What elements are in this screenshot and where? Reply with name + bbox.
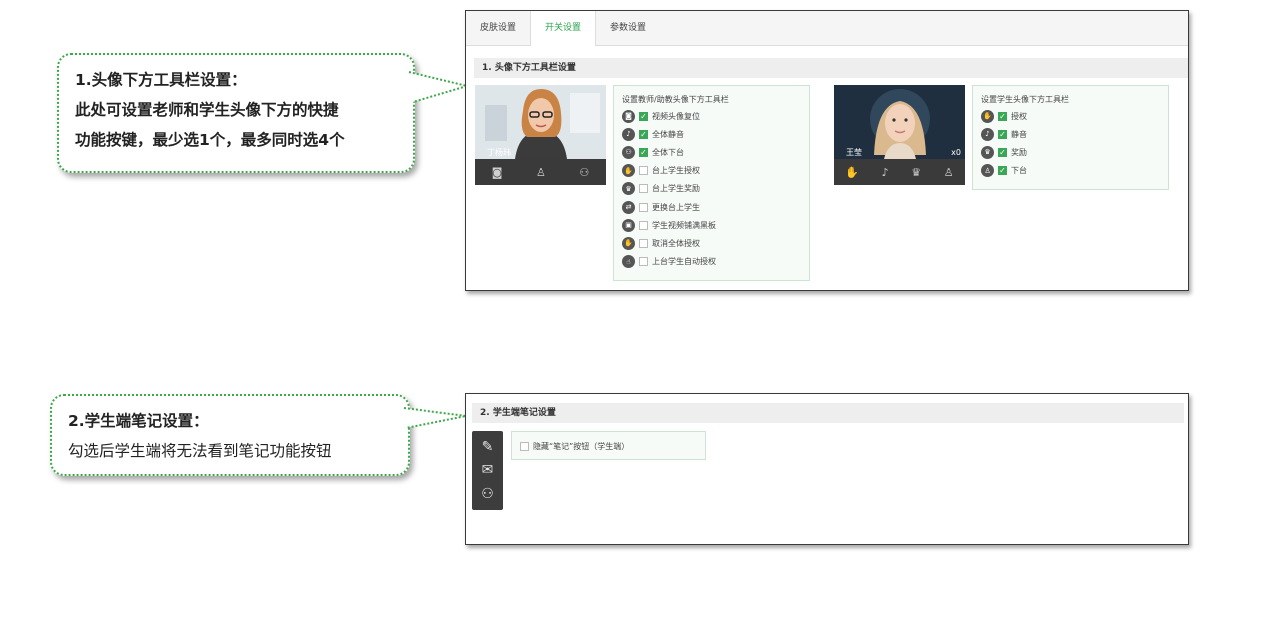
option-label: 台上学生奖励 (652, 184, 700, 194)
trophy-icon: ♛ (622, 182, 635, 196)
edit-note-icon[interactable]: ✎ (482, 439, 494, 455)
option-label: 奖励 (1011, 147, 1027, 157)
hand-cancel-icon: ✋ (622, 236, 635, 250)
hand-icon[interactable]: ✋ (845, 166, 859, 179)
option-authorize[interactable]: ✋ ✓ 授权 (981, 107, 1160, 125)
checkbox[interactable]: ✓ (998, 129, 1007, 139)
option-cancel-all-auth[interactable]: ✋ 取消全体授权 (622, 234, 801, 252)
trophy-count: x0 (951, 148, 961, 157)
checkbox[interactable]: ✓ (998, 111, 1007, 121)
option-label: 学生视频铺满黑板 (652, 220, 716, 230)
option-fullscreen-video[interactable]: ▣ 学生视频铺满黑板 (622, 216, 801, 234)
tab-bar: 皮肤设置 开关设置 参数设置 (466, 11, 1188, 46)
callout-line: 功能按键，最少选1个，最多同时选4个 (75, 131, 345, 149)
option-label: 更换台上学生 (652, 202, 700, 212)
teacher-toolbar: ◙ ♙ ⚇ (475, 159, 606, 185)
hand-icon: ✋ (622, 164, 635, 178)
option-label: 全体静音 (652, 129, 684, 139)
chat-icon[interactable]: ✉ (482, 462, 494, 478)
option-label: 上台学生自动授权 (652, 257, 716, 267)
callout-pointer (403, 407, 467, 429)
teacher-avatar: 丁杨玮 ◙ ♙ ⚇ (475, 85, 606, 185)
option-step-down[interactable]: ♙ ✓ 下台 (981, 162, 1160, 180)
camera-icon: ◙ (622, 109, 635, 123)
checkbox[interactable] (520, 441, 529, 451)
callout-note-settings: 2.学生端笔记设置： 勾选后学生端将无法看到笔记功能按钮 (50, 394, 410, 476)
teacher-name: 丁杨玮 (487, 148, 511, 157)
teacher-options-box: 设置教师/助教头像下方工具栏 ◙ ✓ 视频头像复位 ♪ ✓ 全体静音 ⚇ ✓ 全体下台 ✋ 台… (613, 85, 810, 281)
options-title: 设置教师/助教头像下方工具栏 (622, 95, 729, 104)
checkbox[interactable] (639, 202, 648, 212)
option-all-down[interactable]: ⚇ ✓ 全体下台 (622, 143, 801, 161)
options-title: 设置学生头像下方工具栏 (981, 95, 1069, 104)
callout-line: 1.头像下方工具栏设置： (75, 71, 247, 89)
section-title: 1. 头像下方工具栏设置 (474, 58, 1188, 78)
swap-icon: ⇄ (622, 200, 635, 214)
users-down-icon: ⚇ (622, 145, 635, 159)
option-mute-all[interactable]: ♪ ✓ 全体静音 (622, 125, 801, 143)
checkbox[interactable] (639, 184, 648, 194)
trophy-icon[interactable]: ♛ (911, 166, 921, 179)
auto-hand-icon: ☝ (622, 255, 635, 269)
option-label: 全体下台 (652, 147, 684, 157)
callout-toolbar-settings: 1.头像下方工具栏设置： 此处可设置老师和学生头像下方的快捷 功能按键，最少选1… (57, 53, 415, 173)
callout-line: 2.学生端笔记设置： (68, 412, 209, 430)
callout-pointer (408, 71, 470, 103)
option-mute[interactable]: ♪ ✓ 静音 (981, 125, 1160, 143)
fullscreen-icon: ▣ (622, 218, 635, 232)
users-down-icon[interactable]: ⚇ (579, 166, 589, 179)
checkbox[interactable] (639, 257, 648, 267)
option-swap-student[interactable]: ⇄ 更换台上学生 (622, 198, 801, 216)
option-reward[interactable]: ♛ ✓ 奖励 (981, 143, 1160, 161)
trophy-icon: ♛ (981, 145, 994, 159)
checkbox[interactable]: ✓ (639, 111, 648, 121)
option-label: 静音 (1011, 129, 1027, 139)
checkbox[interactable]: ✓ (998, 147, 1007, 157)
checkbox[interactable] (639, 220, 648, 230)
option-auto-auth[interactable]: ☝ 上台学生自动授权 (622, 253, 801, 271)
mute-icon: ♪ (981, 127, 994, 141)
checkbox[interactable]: ✓ (639, 129, 648, 139)
tab-switch[interactable]: 开关设置 (530, 11, 597, 46)
option-authorize-student[interactable]: ✋ 台上学生授权 (622, 162, 801, 180)
option-label: 视频头像复位 (652, 111, 700, 121)
student-name: 王莹 (846, 148, 862, 157)
option-label: 授权 (1011, 111, 1027, 121)
hand-icon: ✋ (981, 109, 994, 123)
option-reward-student[interactable]: ♛ 台上学生奖励 (622, 180, 801, 198)
checkbox[interactable]: ✓ (639, 147, 648, 157)
section-title: 2. 学生端笔记设置 (472, 403, 1184, 423)
user-down-icon: ♙ (981, 164, 994, 178)
checkbox[interactable]: ✓ (998, 166, 1007, 176)
note-settings-panel: 2. 学生端笔记设置 ✎ ✉ ⚇ 隐藏“笔记”按钮（学生端） (465, 393, 1189, 545)
users-icon[interactable]: ⚇ (481, 486, 494, 502)
callout-line: 此处可设置老师和学生头像下方的快捷 (75, 101, 339, 119)
checkbox[interactable] (639, 238, 648, 248)
student-toolbar: ✋ ♪ ♛ ♙ (834, 159, 965, 185)
option-hide-note-button[interactable]: 隐藏“笔记”按钮（学生端） (520, 438, 697, 454)
user-down-icon[interactable]: ♙ (944, 166, 954, 179)
student-avatar: 王莹 x0 ✋ ♪ ♛ ♙ (834, 85, 965, 185)
student-sidebar: ✎ ✉ ⚇ (472, 431, 503, 510)
option-label: 下台 (1011, 166, 1027, 176)
tab-params[interactable]: 参数设置 (596, 11, 660, 45)
mic-person-icon[interactable]: ♙ (536, 166, 546, 179)
callout-line: 勾选后学生端将无法看到笔记功能按钮 (68, 442, 332, 460)
option-label: 台上学生授权 (652, 166, 700, 176)
mute-all-icon: ♪ (622, 127, 635, 141)
option-label: 隐藏“笔记”按钮（学生端） (533, 441, 630, 451)
student-options-box: 设置学生头像下方工具栏 ✋ ✓ 授权 ♪ ✓ 静音 ♛ ✓ 奖励 ♙ ✓ 下台 (972, 85, 1169, 190)
checkbox[interactable] (639, 166, 648, 176)
option-reset-video[interactable]: ◙ ✓ 视频头像复位 (622, 107, 801, 125)
option-label: 取消全体授权 (652, 238, 700, 248)
tab-skin[interactable]: 皮肤设置 (466, 11, 530, 45)
settings-panel: 皮肤设置 开关设置 参数设置 1. 头像下方工具栏设置 丁杨玮 ◙ ♙ ⚇ 设置… (465, 10, 1189, 291)
camera-icon[interactable]: ◙ (492, 166, 503, 179)
mute-icon[interactable]: ♪ (882, 166, 889, 179)
note-option-box: 隐藏“笔记”按钮（学生端） (511, 431, 706, 460)
